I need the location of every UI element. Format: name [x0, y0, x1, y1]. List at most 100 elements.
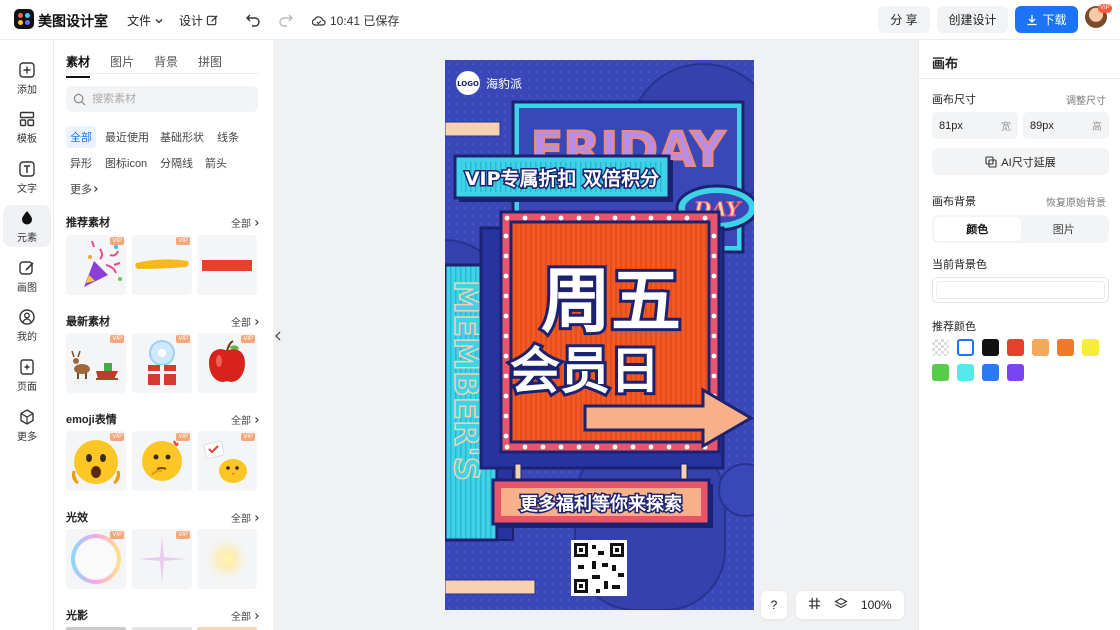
redo-icon[interactable]: [277, 10, 297, 30]
asset-red-rectangle[interactable]: [197, 235, 257, 295]
sidebar-item-mine[interactable]: 我的: [3, 304, 51, 346]
asset-red-apple[interactable]: VIP: [197, 333, 257, 393]
swatch-green[interactable]: [932, 364, 949, 381]
file-menu[interactable]: 文件: [127, 12, 164, 29]
shapes-icon: [22, 210, 32, 224]
sidebar-item-pages[interactable]: 页面: [3, 354, 51, 396]
swatch-yellow[interactable]: [1082, 339, 1099, 356]
swatch-cyan[interactable]: [957, 364, 974, 381]
chevron-right-icon: [94, 186, 98, 192]
asset-yellow-glow[interactable]: [197, 529, 257, 589]
asset-thinking-face[interactable]: VIP: [132, 431, 192, 491]
poster-brand: 海豹派: [486, 76, 522, 91]
chip-all[interactable]: 全部: [66, 126, 96, 148]
swatch-light-orange[interactable]: [1032, 339, 1049, 356]
search-box[interactable]: [66, 86, 258, 112]
chip-arrows[interactable]: 箭头: [201, 152, 231, 174]
asset-bubble-ring[interactable]: VIP: [66, 529, 126, 589]
search-input[interactable]: [92, 93, 242, 105]
height-field[interactable]: 89px 高: [1023, 112, 1109, 139]
panel-title: 画布: [932, 56, 959, 71]
ai-resize-button[interactable]: AI尺寸延展: [932, 148, 1109, 175]
sidebar-item-label: 更多: [17, 431, 37, 443]
section-all-link[interactable]: 全部: [231, 412, 261, 427]
download-button[interactable]: 下载: [1015, 6, 1078, 33]
zoom-level[interactable]: 100%: [861, 598, 892, 612]
asset-yellow-brush[interactable]: VIP: [132, 235, 192, 295]
section-all-link[interactable]: 全部: [231, 215, 261, 230]
create-design-button[interactable]: 创建设计: [937, 6, 1008, 33]
section-all-link[interactable]: 全部: [231, 510, 261, 525]
tab-images[interactable]: 图片: [110, 53, 134, 78]
share-button[interactable]: 分 享: [878, 6, 930, 33]
canvas-size-label: 画布尺寸: [932, 94, 976, 106]
sidebar-item-elements[interactable]: 元素: [3, 205, 51, 247]
tab-collage[interactable]: 拼图: [198, 53, 222, 78]
help-button[interactable]: ?: [761, 591, 787, 619]
tab-backgrounds[interactable]: 背景: [154, 53, 178, 78]
bg-type-color[interactable]: 颜色: [934, 217, 1021, 241]
width-field[interactable]: 81px 宽: [932, 112, 1018, 139]
vip-badge: VIP: [176, 335, 190, 343]
asset-reindeer-sleigh[interactable]: VIP: [66, 333, 126, 393]
poster-title-line2: 会员日: [510, 342, 660, 400]
sidebar-item-draw[interactable]: 画图: [3, 255, 51, 297]
chevron-right-icon: [255, 416, 259, 423]
vip-badge: VIP: [241, 335, 255, 343]
swatch-orange[interactable]: [1057, 339, 1074, 356]
swatch-purple[interactable]: [1007, 364, 1024, 381]
chip-lines[interactable]: 线条: [213, 126, 243, 148]
chip-basic-shapes[interactable]: 基础形状: [156, 126, 208, 148]
swatch-black[interactable]: [982, 339, 999, 356]
poster-artwork: FRIDAY DAY MEMBER'S VIP专属折扣 双倍积分 周五 会员日 …: [445, 60, 754, 610]
layers-icon[interactable]: [834, 597, 848, 614]
chip-more[interactable]: 更多: [66, 178, 104, 200]
asset-party-popper[interactable]: VIP: [66, 235, 126, 295]
sidebar-item-add[interactable]: 添加: [3, 57, 51, 99]
section-title: 光影: [66, 610, 88, 622]
asset-gift-snowglobe[interactable]: VIP: [132, 333, 192, 393]
cloud-saved-icon: [312, 15, 326, 26]
asset-chick-note[interactable]: VIP: [197, 431, 257, 491]
poster-canvas[interactable]: FRIDAY DAY MEMBER'S VIP专属折扣 双倍积分 周五 会员日 …: [445, 60, 754, 610]
canvas-bg-label: 画布背景: [932, 196, 976, 208]
swatch-blue[interactable]: [982, 364, 999, 381]
sidebar-item-label: 文字: [17, 183, 37, 195]
bg-type-image[interactable]: 图片: [1021, 217, 1108, 241]
swatch-white[interactable]: [957, 339, 974, 356]
grid-icon[interactable]: [808, 597, 821, 613]
user-icon: [19, 308, 35, 325]
sidebar-item-more[interactable]: 更多: [3, 404, 51, 446]
section-all-link[interactable]: 全部: [231, 608, 261, 623]
vip-badge: VIP: [110, 433, 124, 441]
tab-materials[interactable]: 素材: [66, 53, 91, 78]
chip-irregular[interactable]: 异形: [66, 152, 96, 174]
current-bg-color[interactable]: [932, 277, 1109, 303]
section-all-link[interactable]: 全部: [231, 314, 261, 329]
cube-icon: [20, 408, 34, 425]
sidebar-item-text[interactable]: 文字: [3, 156, 51, 198]
chip-recent[interactable]: 最近使用: [101, 126, 153, 148]
swatch-red[interactable]: [1007, 339, 1024, 356]
section-all-label: 全部: [231, 318, 251, 329]
sidebar-item-label: 添加: [17, 84, 37, 96]
pen-icon: [19, 260, 34, 275]
swatch-transparent[interactable]: [932, 339, 949, 356]
height-unit: 高: [1092, 122, 1102, 133]
asset-pink-sparkle[interactable]: VIP: [132, 529, 192, 589]
collapse-panel-icon[interactable]: [273, 316, 283, 356]
sidebar-item-templates[interactable]: 模板: [3, 106, 51, 148]
width-value: 81px: [939, 119, 963, 132]
section-all-label: 全部: [231, 612, 251, 623]
vip-badge: VIP: [110, 335, 124, 343]
undo-icon[interactable]: [244, 10, 264, 30]
chip-icons[interactable]: 图标icon: [101, 152, 151, 174]
chip-dividers[interactable]: 分隔线: [156, 152, 197, 174]
resize-link[interactable]: 调整尺寸: [1066, 92, 1106, 107]
restore-bg-link[interactable]: 恢复原始背景: [1046, 194, 1106, 209]
app-logo-icon[interactable]: [14, 9, 34, 29]
design-menu[interactable]: 设计: [179, 12, 219, 29]
edit-icon: [206, 15, 218, 26]
vip-badge: VIP: [241, 433, 255, 441]
asset-shocked-face[interactable]: VIP: [66, 431, 126, 491]
